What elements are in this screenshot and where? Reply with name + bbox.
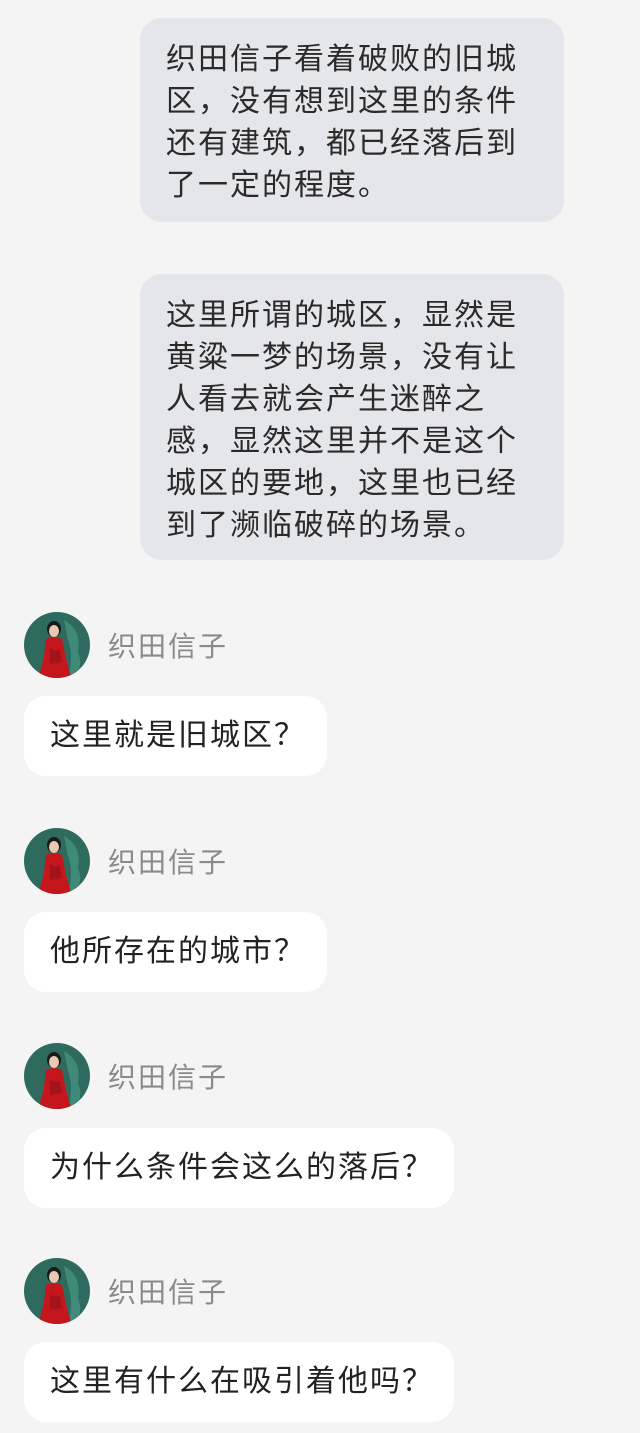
message-header: 织田信子 bbox=[24, 1043, 228, 1109]
sender-name: 织田信子 bbox=[108, 630, 229, 663]
avatar-image bbox=[24, 1043, 90, 1109]
avatar[interactable] bbox=[24, 1258, 90, 1324]
avatar-image bbox=[24, 828, 90, 894]
narration-bubble: 织田信子看着破败的旧城区，没有想到这里的条件还有建筑，都已经落后到了一定的程度。 bbox=[140, 18, 564, 222]
sender-name: 织田信子 bbox=[108, 1276, 229, 1309]
sender-name: 织田信子 bbox=[108, 1061, 229, 1094]
avatar-image bbox=[24, 1258, 90, 1324]
message-bubble: 这里就是旧城区？ bbox=[24, 696, 327, 776]
avatar[interactable] bbox=[24, 828, 90, 894]
message-header: 织田信子 bbox=[24, 612, 228, 678]
sender-name: 织田信子 bbox=[108, 846, 229, 879]
message-bubble: 他所存在的城市？ bbox=[24, 912, 327, 992]
avatar-image bbox=[24, 612, 90, 678]
avatar[interactable] bbox=[24, 612, 90, 678]
message-header: 织田信子 bbox=[24, 828, 228, 894]
narration-bubble: 这里所谓的城区，显然是黄粱一梦的场景，没有让人看去就会产生迷醉之感，显然这里并不… bbox=[140, 274, 564, 560]
message-header: 织田信子 bbox=[24, 1258, 228, 1324]
avatar[interactable] bbox=[24, 1043, 90, 1109]
message-bubble: 这里有什么在吸引着他吗？ bbox=[24, 1342, 454, 1422]
message-bubble: 为什么条件会这么的落后？ bbox=[24, 1128, 454, 1208]
